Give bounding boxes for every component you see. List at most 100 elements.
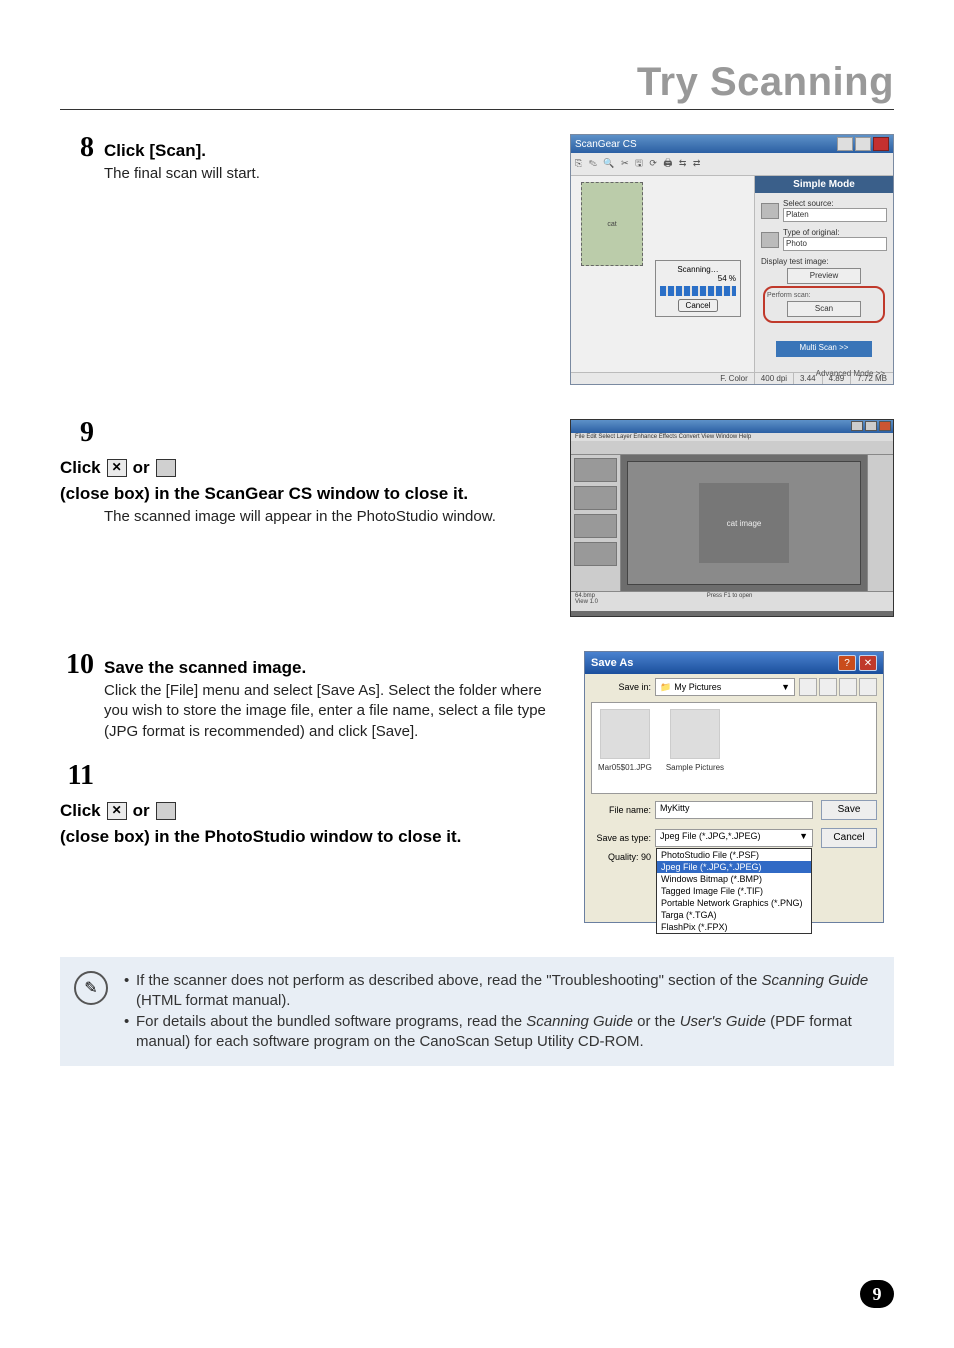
- close-icon[interactable]: [873, 137, 889, 151]
- photostudio-thumbnail-panel[interactable]: [571, 455, 621, 591]
- step-8-number: 8: [60, 134, 94, 162]
- file-type-option[interactable]: Windows Bitmap (*.BMP): [657, 873, 811, 885]
- multi-scan-button[interactable]: Multi Scan >>: [776, 341, 872, 357]
- file-list[interactable]: Mar05$01.JPG Sample Pictures: [591, 702, 877, 794]
- close-icon[interactable]: ✕: [859, 655, 877, 671]
- step-9-prefix: Click: [60, 457, 101, 479]
- file-name-input[interactable]: MyKitty: [655, 801, 813, 819]
- step-11-prefix: Click: [60, 800, 101, 822]
- display-test-image-label: Display test image:: [761, 257, 887, 266]
- simple-mode-tab[interactable]: Simple Mode: [755, 176, 893, 193]
- maximize-icon[interactable]: [855, 137, 871, 151]
- status-view: View 1.0: [575, 599, 889, 605]
- back-icon[interactable]: [799, 678, 817, 696]
- photostudio-menu[interactable]: File Edit Select Layer Enhance Effects C…: [571, 433, 893, 441]
- file-type-option[interactable]: Tagged Image File (*.TIF): [657, 885, 811, 897]
- scangear-toolbar[interactable]: ⎘ ✎ 🔍 ✂ 🖫 ⟳ 🖨 ⇆ ⇄: [571, 153, 893, 176]
- save-button[interactable]: Save: [821, 800, 877, 820]
- views-icon[interactable]: [859, 678, 877, 696]
- help-icon[interactable]: ?: [838, 655, 856, 671]
- new-folder-icon[interactable]: [839, 678, 857, 696]
- step-9-subtext: The scanned image will appear in the Pho…: [104, 507, 556, 527]
- note-line-2: For details about the bundled software p…: [124, 1012, 874, 1053]
- up-icon[interactable]: [819, 678, 837, 696]
- maximize-icon[interactable]: [865, 421, 877, 431]
- file-label: Mar05$01.JPG: [598, 763, 652, 772]
- cancel-button[interactable]: Cancel: [678, 299, 719, 312]
- save-as-dialog[interactable]: Save As ? ✕ Save in: 📁 My Pictures▼: [584, 651, 884, 923]
- original-type-icon: [761, 232, 779, 248]
- step-11-title: Click or (close box) in the PhotoStudio …: [60, 800, 570, 848]
- perform-scan-label: Perform scan:: [767, 292, 881, 299]
- close-box-icon: [156, 459, 176, 477]
- progress-title: Scanning…: [660, 265, 736, 274]
- note-icon: ✎: [74, 971, 108, 1005]
- page-number: 9: [860, 1280, 894, 1308]
- status-color: F. Color: [571, 373, 754, 384]
- quality-label: Quality: 90: [591, 852, 651, 862]
- status-hint: Press F1 to open: [707, 593, 753, 599]
- file-type-option[interactable]: FlashPix (*.FPX): [657, 921, 811, 933]
- step-10-number: 10: [60, 651, 94, 679]
- save-as-title: Save As: [591, 657, 835, 669]
- photostudio-canvas[interactable]: cat image: [621, 455, 867, 591]
- photostudio-tools-panel[interactable]: [867, 455, 893, 591]
- step-8: 8 Click [Scan]. The final scan will star…: [60, 134, 894, 385]
- close-x-icon: [107, 802, 127, 820]
- file-type-option[interactable]: Targa (*.TGA): [657, 909, 811, 921]
- file-type-option[interactable]: Portable Network Graphics (*.PNG): [657, 897, 811, 909]
- step-9-number: 9: [60, 419, 94, 447]
- step-9-suffix: (close box) in the ScanGear CS window to…: [60, 483, 468, 505]
- step-10-subtext: Click the [File] menu and select [Save A…: [104, 681, 570, 742]
- preview-thumbnail: cat: [581, 182, 643, 266]
- progress-percent: 54 %: [660, 274, 736, 283]
- scan-button[interactable]: Scan: [787, 301, 861, 317]
- type-of-original-dropdown[interactable]: Photo: [783, 237, 887, 251]
- photostudio-status-bar: 64.bmp Press F1 to open View 1.0: [571, 591, 893, 611]
- source-icon: [761, 203, 779, 219]
- file-type-option[interactable]: Jpeg File (*.JPG,*.JPEG): [657, 861, 811, 873]
- save-as-type-dropdown[interactable]: Jpeg File (*.JPG,*.JPEG)▼ PhotoStudio Fi…: [655, 829, 813, 847]
- file-item[interactable]: Sample Pictures: [666, 709, 724, 787]
- minimize-icon[interactable]: [851, 421, 863, 431]
- step-11-suffix: (close box) in the PhotoStudio window to…: [60, 826, 461, 848]
- save-in-dropdown[interactable]: 📁 My Pictures▼: [655, 678, 795, 696]
- close-box-icon: [156, 802, 176, 820]
- minimize-icon[interactable]: [837, 137, 853, 151]
- select-source-dropdown[interactable]: Platen: [783, 208, 887, 222]
- thumbnail[interactable]: [574, 514, 617, 538]
- close-icon[interactable]: [879, 421, 891, 431]
- file-type-option[interactable]: PhotoStudio File (*.PSF): [657, 849, 811, 861]
- thumbnail[interactable]: [574, 458, 617, 482]
- scangear-preview-pane: cat Scanning… 54 % Cancel: [571, 176, 755, 372]
- save-as-type-label: Save as type:: [591, 833, 651, 843]
- advanced-mode-link[interactable]: Advanced Mode >>: [755, 367, 893, 380]
- save-in-label: Save in:: [591, 682, 651, 692]
- step-9-title: Click or (close box) in the ScanGear CS …: [60, 457, 556, 505]
- photostudio-toolbar[interactable]: [571, 441, 893, 455]
- scangear-window[interactable]: ScanGear CS ⎘ ✎ 🔍 ✂ 🖫 ⟳ 🖨 ⇆ ⇄ cat Scanni…: [570, 134, 894, 385]
- page-footer: 9: [860, 1280, 894, 1308]
- thumbnail[interactable]: [574, 542, 617, 566]
- save-as-titlebar: Save As ? ✕: [585, 652, 883, 674]
- file-type-options[interactable]: PhotoStudio File (*.PSF) Jpeg File (*.JP…: [656, 848, 812, 934]
- step-8-title: Click [Scan].: [104, 140, 206, 162]
- scanned-image: cat image: [699, 483, 789, 563]
- preview-button[interactable]: Preview: [787, 268, 861, 284]
- scangear-titlebar: ScanGear CS: [571, 135, 893, 153]
- progress-bar: [660, 286, 736, 296]
- photostudio-window[interactable]: File Edit Select Layer Enhance Effects C…: [570, 419, 894, 617]
- folder-thumbnail: [670, 709, 720, 759]
- file-item[interactable]: Mar05$01.JPG: [598, 709, 652, 787]
- file-name-label: File name:: [591, 805, 651, 815]
- note-line-1: If the scanner does not perform as descr…: [124, 971, 874, 1012]
- photostudio-titlebar: [571, 420, 893, 433]
- section-title: Try Scanning: [60, 60, 894, 105]
- step-9-mid: or: [133, 457, 150, 479]
- cancel-button[interactable]: Cancel: [821, 828, 877, 848]
- step-10-11: 10 Save the scanned image. Click the [Fi…: [60, 651, 894, 923]
- step-8-subtext: The final scan will start.: [104, 164, 556, 184]
- thumbnail[interactable]: [574, 486, 617, 510]
- step-11-mid: or: [133, 800, 150, 822]
- step-9: 9 Click or (close box) in the ScanGear C…: [60, 419, 894, 617]
